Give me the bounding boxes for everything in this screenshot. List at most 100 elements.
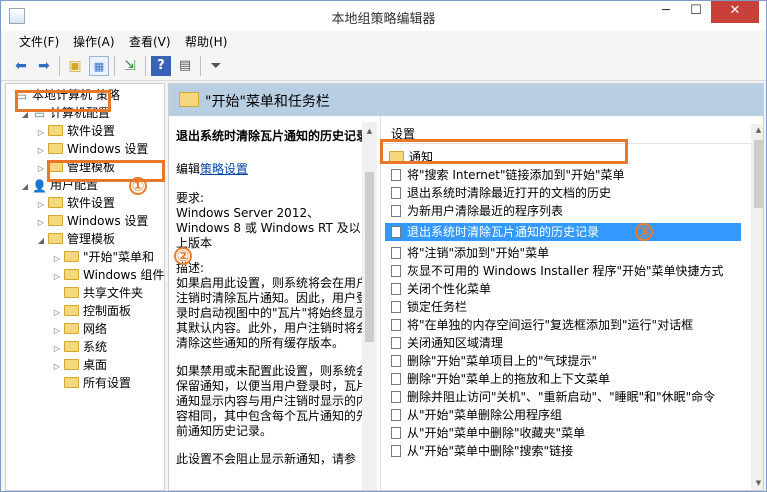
toolbar-separator — [59, 56, 60, 76]
tree-item-shared-folders[interactable]: 共享文件夹 — [52, 284, 143, 302]
list-item-selected[interactable]: 退出系统时清除瓦片通知的历史记录 — [385, 223, 741, 241]
list-item[interactable]: 将"注销"添加到"开始"菜单 — [385, 244, 741, 262]
back-icon[interactable]: ⬅ — [11, 56, 31, 76]
scroll-thumb[interactable] — [365, 172, 374, 342]
scroll-thumb[interactable] — [754, 140, 763, 208]
list-item[interactable]: 关闭通知区域清理 — [385, 334, 741, 352]
list-item[interactable]: 从"开始"菜单中删除"搜索"链接 — [385, 442, 741, 460]
list-item[interactable]: 为新用户清除最近的程序列表 — [385, 202, 741, 220]
edit-policy-line: 编辑策略设置 — [176, 162, 370, 177]
chevron-expanded-icon[interactable]: ◢ — [20, 178, 30, 196]
requirements-text: Windows Server 2012、Windows 8 或 Windows … — [176, 206, 361, 250]
scroll-down-icon[interactable]: ▼ — [751, 479, 763, 487]
list-item[interactable]: 将"搜索 Internet"链接添加到"开始"菜单 — [385, 166, 741, 184]
tree-item-admin-templates[interactable]: ◢ 管理模板 — [36, 230, 115, 248]
description-text-2: 如果禁用或未配置此设置，则系统会保留通知，以便当用户登录时，瓦片通知显示内容与用… — [176, 364, 369, 438]
list-scrollbar[interactable]: ▲ ▼ — [751, 124, 763, 490]
list-item-label: 关闭个性化菜单 — [407, 282, 492, 296]
main-header: "开始"菜单和任务栏 — [169, 84, 763, 116]
list-item-label: 删除"开始"菜单上的拖放和上下文菜单 — [407, 372, 611, 386]
maximize-button[interactable]: ☐ — [681, 1, 711, 23]
list-item[interactable]: 灰显不可用的 Windows Installer 程序"开始"菜单快捷方式 — [385, 262, 741, 280]
policy-doc-icon — [391, 226, 401, 238]
up-folder-icon[interactable]: ▣ — [65, 56, 85, 76]
properties-icon[interactable]: ▤ — [175, 56, 195, 76]
policy-doc-icon — [391, 427, 401, 439]
annotation-number-2: ② — [174, 247, 192, 265]
close-button[interactable]: ✕ — [711, 1, 759, 23]
filter-icon[interactable]: ⏷ — [206, 56, 226, 76]
toolbar-separator — [200, 56, 201, 76]
policy-title: 退出系统时清除瓦片通知的历史记录 — [176, 129, 369, 143]
tree-item-label: 网络 — [83, 322, 108, 336]
gpedit-window: 本地组策略编辑器 ─ ☐ ✕ 文件(F) 操作(A) 查看(V) 帮助(H) ⬅… — [0, 0, 767, 492]
highlight-box-selected-policy — [380, 139, 628, 164]
policy-doc-icon — [391, 283, 401, 295]
tree-item-system[interactable]: ▷ 系统 — [52, 338, 107, 356]
toolbar: ⬅ ➡ ▣ ▦ ⇲ ? ▤ ⏷ — [1, 51, 766, 81]
list-item[interactable]: 关闭个性化菜单 — [385, 280, 741, 298]
list-item-label: 灰显不可用的 Windows Installer 程序"开始"菜单快捷方式 — [407, 264, 724, 278]
tree-item-label: Windows 组件 — [83, 268, 165, 282]
tree-item-control-panel[interactable]: ▷ 控制面板 — [52, 302, 131, 320]
highlight-box-start-menu — [47, 160, 165, 182]
scroll-up-icon[interactable]: ▲ — [751, 126, 763, 134]
tree-item-start-menu[interactable]: ▷ "开始"菜单和 — [52, 248, 154, 266]
toolbar-separator — [114, 56, 115, 76]
menu-view[interactable]: 查看(V) — [129, 33, 171, 50]
chevron-expanded-icon[interactable]: ◢ — [36, 232, 46, 250]
tree-item-all-settings[interactable]: 所有设置 — [52, 374, 131, 392]
folder-icon — [48, 233, 63, 244]
menu-action[interactable]: 操作(A) — [73, 33, 115, 50]
tree-item-desktop[interactable]: ▷ 桌面 — [52, 356, 107, 374]
list-item[interactable]: 删除并阻止访问"关机"、"重新启动"、"睡眠"和"休眠"命令 — [385, 388, 741, 406]
list-item-label: 删除"开始"菜单项目上的"气球提示" — [407, 354, 598, 368]
menu-bar: 文件(F) 操作(A) 查看(V) 帮助(H) — [1, 31, 766, 51]
list-item[interactable]: 从"开始"菜单删除公用程序组 — [385, 406, 741, 424]
list-item[interactable]: 锁定任务栏 — [385, 298, 741, 316]
folder-icon — [64, 323, 79, 334]
list-item-label: 将"在单独的内存空间运行"复选框添加到"运行"对话框 — [407, 318, 694, 332]
policy-doc-icon — [391, 409, 401, 421]
folder-icon — [64, 377, 79, 388]
list-item-label: 将"搜索 Internet"链接添加到"开始"菜单 — [407, 168, 625, 182]
menu-help[interactable]: 帮助(H) — [185, 33, 227, 50]
export-icon[interactable]: ⇲ — [120, 56, 140, 76]
tree-item-windows-components[interactable]: ▷ Windows 组件 — [52, 266, 164, 284]
menu-file[interactable]: 文件(F) — [19, 33, 59, 50]
tree-item-label: 共享文件夹 — [83, 286, 144, 300]
edit-policy-link[interactable]: 策略设置 — [200, 162, 248, 176]
tree-item-label: 控制面板 — [83, 304, 132, 318]
folder-icon — [64, 305, 79, 316]
list-item[interactable]: 退出系统时清除最近打开的文档的历史 — [385, 184, 741, 202]
list-item-label: 退出系统时清除最近打开的文档的历史 — [407, 186, 612, 200]
forward-icon[interactable]: ➡ — [34, 56, 54, 76]
tree-item-network[interactable]: ▷ 网络 — [52, 320, 107, 338]
minimize-button[interactable]: ─ — [651, 1, 681, 23]
description-label: 描述: — [176, 261, 205, 275]
tree-item-windows-settings[interactable]: ▷ Windows 设置 — [36, 140, 148, 158]
list-item-label: 为新用户清除最近的程序列表 — [407, 204, 564, 218]
scroll-up-icon[interactable]: ▲ — [362, 124, 377, 139]
policy-doc-icon — [391, 247, 401, 259]
tree-item-software-settings[interactable]: ▷ 软件设置 — [36, 194, 115, 212]
list-item[interactable]: 删除"开始"菜单项目上的"气球提示" — [385, 352, 741, 370]
toolbar-separator — [145, 56, 146, 76]
description-scrollbar[interactable]: ▲ — [362, 122, 377, 490]
list-item[interactable]: 从"开始"菜单中删除"收藏夹"菜单 — [385, 424, 741, 442]
policy-doc-icon — [391, 265, 401, 277]
tree-item-windows-settings[interactable]: ▷ Windows 设置 — [36, 212, 148, 230]
description-text: 如果启用此设置，则系统将会在用户注销时清除瓦片通知。因此，用户登录时启动视图中的… — [176, 276, 369, 350]
description-text-3: 此设置不会阻止显示新通知，请参 — [176, 452, 357, 466]
tree-item-label: 软件设置 — [67, 196, 116, 210]
annotation-number-3: ③ — [635, 223, 653, 241]
show-hide-tree-icon[interactable]: ▦ — [89, 56, 109, 76]
list-item-label: 锁定任务栏 — [407, 300, 468, 314]
tree-item-software-settings[interactable]: ▷ 软件设置 — [36, 122, 115, 140]
list-item[interactable]: 删除"开始"菜单上的拖放和上下文菜单 — [385, 370, 741, 388]
list-item[interactable]: 将"在单独的内存空间运行"复选框添加到"运行"对话框 — [385, 316, 741, 334]
folder-icon — [64, 341, 79, 352]
policy-doc-icon — [391, 205, 401, 217]
help-icon[interactable]: ? — [151, 56, 171, 76]
list-item-label: 退出系统时清除瓦片通知的历史记录 — [407, 225, 600, 239]
